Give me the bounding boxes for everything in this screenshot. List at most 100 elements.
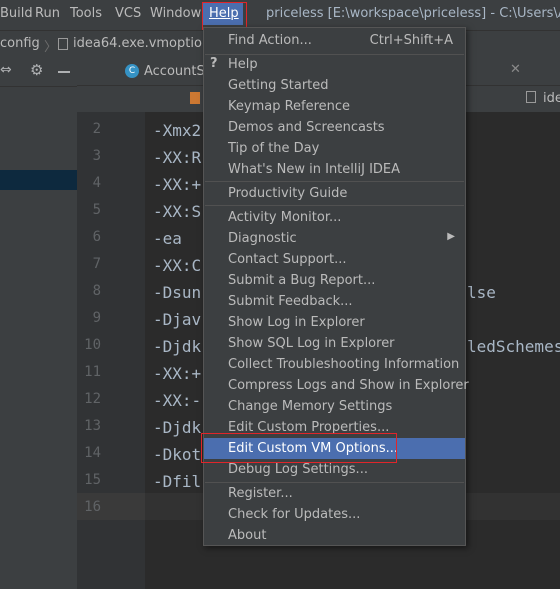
breadcrumb-config[interactable]: config	[0, 36, 40, 51]
line-number-gutter: 2 3 4 5 6 7 8 9 10 11 12 13 14 15 16	[77, 112, 145, 589]
menu-item-compress-logs[interactable]: Compress Logs and Show in Explorer	[204, 375, 469, 396]
code-line: -Dfil	[153, 472, 202, 491]
menu-item-productivity-guide[interactable]: Productivity Guide	[204, 183, 465, 204]
menu-item-diagnostic[interactable]: Diagnostic ▶	[204, 228, 465, 249]
menu-item-label: Productivity Guide	[228, 186, 348, 201]
project-toolbar: ⇔ ⚙	[0, 58, 77, 87]
code-line: -Dsun	[153, 283, 202, 302]
close-tab-icon[interactable]: ✕	[510, 62, 521, 77]
menu-vcs[interactable]: VCS	[115, 6, 141, 21]
menu-item-label: Diagnostic	[228, 231, 297, 246]
menu-item-demos[interactable]: Demos and Screencasts	[204, 117, 465, 138]
menu-item-about[interactable]: About	[204, 525, 465, 546]
menu-item-label: What's New in IntelliJ IDEA	[228, 162, 401, 177]
menu-item-check-updates[interactable]: Check for Updates...	[204, 504, 465, 525]
code-line: -ea	[153, 229, 182, 248]
code-line: -XX:+	[153, 175, 202, 194]
line-number: 12	[84, 391, 101, 407]
line-number: 7	[92, 256, 101, 272]
submenu-arrow-icon: ▶	[447, 231, 455, 242]
code-line: -XX:R	[153, 148, 202, 167]
menu-item-register[interactable]: Register...	[204, 483, 465, 504]
menu-build[interactable]: Build	[0, 6, 33, 21]
menu-item-whats-new[interactable]: What's New in IntelliJ IDEA	[204, 159, 465, 180]
menu-item-label: Register...	[228, 486, 293, 501]
code-line-tail: lse	[467, 283, 496, 302]
menu-item-label: Help	[228, 57, 258, 72]
file-icon	[58, 38, 68, 50]
line-number: 9	[92, 310, 101, 326]
menu-bar: Build Run Tools VCS Window Help priceles…	[0, 0, 560, 33]
menu-item-label: Find Action...	[228, 33, 312, 48]
breadcrumb-separator-icon: 〉	[44, 40, 58, 55]
menu-separator	[205, 181, 464, 182]
line-number: 14	[84, 445, 101, 461]
collapse-icon[interactable]: ⇔	[0, 62, 12, 78]
menu-item-label: Change Memory Settings	[228, 399, 393, 414]
menu-item-label: Demos and Screencasts	[228, 120, 385, 135]
window-title: priceless [E:\workspace\priceless] - C:\…	[266, 6, 560, 21]
selected-tree-row[interactable]	[0, 170, 77, 190]
menu-item-activity-monitor[interactable]: Activity Monitor...	[204, 207, 465, 228]
tab-ide[interactable]: ide	[543, 91, 560, 106]
menu-item-help[interactable]: ? Help	[204, 54, 465, 75]
code-line: -Xmx2	[153, 121, 202, 140]
menu-item-label: Submit Feedback...	[228, 294, 353, 309]
menu-item-label: Tip of the Day	[228, 141, 320, 156]
menu-item-label: Getting Started	[228, 78, 329, 93]
menu-run[interactable]: Run	[35, 6, 60, 21]
line-number: 8	[92, 283, 101, 299]
menu-item-label: Collect Troubleshooting Information	[228, 357, 460, 372]
code-line: -Djdk	[153, 337, 202, 356]
minimize-icon[interactable]	[58, 71, 70, 73]
menu-item-label: Check for Updates...	[228, 507, 361, 522]
menu-item-change-memory[interactable]: Change Memory Settings	[204, 396, 465, 417]
code-line: -XX:-	[153, 391, 202, 410]
menu-item-label: About	[228, 528, 267, 543]
menu-item-label: Show SQL Log in Explorer	[228, 336, 395, 351]
menu-item-label: Contact Support...	[228, 252, 347, 267]
menu-item-show-log[interactable]: Show Log in Explorer	[204, 312, 465, 333]
menu-item-label: Compress Logs and Show in Explorer	[228, 378, 469, 393]
class-icon: C	[125, 64, 139, 78]
gear-icon[interactable]: ⚙	[30, 61, 43, 79]
project-panel: ⇔ ⚙	[0, 58, 77, 589]
menu-item-tip-of-the-day[interactable]: Tip of the Day	[204, 138, 465, 159]
line-number: 16	[84, 499, 101, 515]
breadcrumb-file[interactable]: idea64.exe.vmoptions	[73, 36, 217, 51]
line-number: 10	[84, 337, 101, 353]
line-number: 3	[92, 148, 101, 164]
question-mark-icon: ?	[210, 56, 218, 71]
file-type-icon	[190, 92, 200, 104]
line-number: 13	[84, 418, 101, 434]
menu-separator	[205, 205, 464, 206]
menu-item-shortcut: Ctrl+Shift+A	[369, 33, 453, 48]
line-number: 6	[92, 229, 101, 245]
code-line: -Djav	[153, 310, 202, 329]
line-number: 15	[84, 472, 101, 488]
menu-item-getting-started[interactable]: Getting Started	[204, 75, 465, 96]
line-number: 4	[92, 175, 101, 191]
code-line: -XX:C	[153, 256, 202, 275]
menu-item-submit-bug-report[interactable]: Submit a Bug Report...	[204, 270, 465, 291]
menu-item-label: Debug Log Settings...	[228, 462, 368, 477]
help-menu-dropdown: Find Action... Ctrl+Shift+A ? Help Getti…	[203, 27, 469, 546]
file-icon-2	[526, 91, 536, 103]
menu-item-find-action[interactable]: Find Action... Ctrl+Shift+A	[204, 30, 465, 51]
menu-item-keymap-reference[interactable]: Keymap Reference	[204, 96, 465, 117]
line-number: 2	[92, 121, 101, 137]
menu-item-label: Show Log in Explorer	[228, 315, 365, 330]
annotation-box-edit-vm-options	[201, 433, 397, 463]
code-line: -XX:S	[153, 202, 202, 221]
menu-item-label: Submit a Bug Report...	[228, 273, 376, 288]
line-number: 11	[84, 364, 101, 380]
code-line: -Djdk	[153, 418, 202, 437]
code-line: -XX:+	[153, 364, 202, 383]
menu-window[interactable]: Window	[150, 6, 201, 21]
menu-item-collect-troubleshooting[interactable]: Collect Troubleshooting Information	[204, 354, 465, 375]
menu-tools[interactable]: Tools	[70, 6, 102, 21]
menu-item-label: Activity Monitor...	[228, 210, 342, 225]
menu-item-submit-feedback[interactable]: Submit Feedback...	[204, 291, 465, 312]
menu-item-contact-support[interactable]: Contact Support...	[204, 249, 465, 270]
menu-item-show-sql-log[interactable]: Show SQL Log in Explorer	[204, 333, 465, 354]
